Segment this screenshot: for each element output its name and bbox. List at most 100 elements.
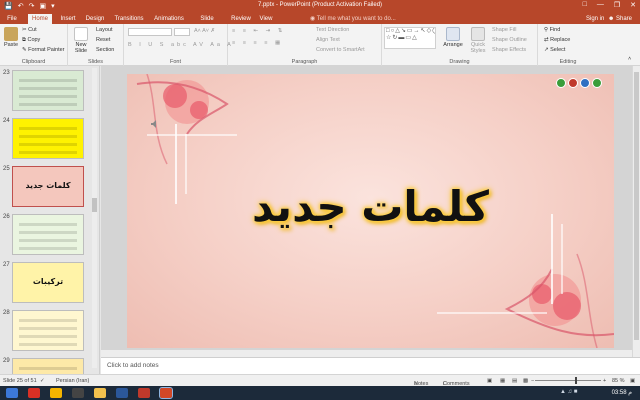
slide-horizontal-scrollbar[interactable]	[101, 350, 632, 357]
font-size-controls[interactable]: A˄ A˅ ✗	[194, 28, 215, 34]
copy-button[interactable]: ⧉ Copy	[22, 37, 40, 44]
thumbnail-scroll-thumb[interactable]	[92, 198, 97, 212]
help-icon[interactable]	[580, 78, 590, 88]
normal-view-icon[interactable]: ▣	[487, 378, 492, 384]
slide-thumbnail[interactable]: كلمات جديد	[12, 166, 84, 207]
collapse-ribbon-icon[interactable]: ˄	[628, 56, 631, 62]
zoom-in-icon[interactable]: +	[603, 378, 606, 384]
window-title: 7.pptx - PowerPoint (Product Activation …	[257, 2, 383, 8]
share-icon: ☻	[608, 16, 615, 22]
align-buttons[interactable]: ≡ ≡ ≡ ≡ ▦	[232, 40, 283, 46]
slide-thumbnail[interactable]	[12, 214, 84, 255]
thumbnail-content-line	[19, 79, 77, 82]
tab-design[interactable]: Design	[84, 14, 106, 24]
tab-file[interactable]: File	[4, 14, 20, 24]
slide-thumbnail[interactable]: تركيبات	[12, 262, 84, 303]
font-name-box[interactable]	[128, 28, 172, 36]
back-arrow-icon[interactable]	[556, 78, 566, 88]
cmd-icon[interactable]	[72, 388, 84, 398]
forward-arrow-icon[interactable]	[592, 78, 602, 88]
quick-styles-icon	[471, 27, 485, 41]
minimize-icon[interactable]: —	[597, 1, 604, 9]
spellcheck-icon[interactable]: ✓	[40, 378, 45, 384]
thumbnail-content-line	[19, 327, 77, 330]
powerpoint-icon[interactable]	[159, 387, 173, 399]
notes-pane[interactable]: Click to add notes	[101, 357, 640, 374]
section-button[interactable]: Section	[96, 47, 114, 53]
slide-editing-area: كلمات جديد	[101, 66, 640, 357]
thumbnail-content-line	[19, 127, 77, 130]
slide-thumbnail[interactable]	[12, 118, 84, 159]
pdf-icon[interactable]	[28, 388, 40, 398]
font-style-buttons[interactable]: B I U S abc AV Aa A	[128, 42, 234, 48]
zoom-out-icon[interactable]: −	[531, 378, 534, 384]
paste-button[interactable]: Paste	[3, 27, 19, 48]
shape-effects-button[interactable]: Shape Effects	[492, 47, 526, 53]
current-slide[interactable]: كلمات جديد	[127, 74, 614, 348]
thumbnail-content-line	[19, 95, 77, 98]
zoom-level[interactable]: 85 %	[612, 378, 625, 384]
arrange-icon	[446, 27, 460, 41]
cut-button[interactable]: ✂ Cut	[22, 27, 37, 33]
tab-view[interactable]: View	[258, 14, 274, 24]
sign-in-link[interactable]: Sign in	[586, 14, 604, 24]
select-button[interactable]: ↗ Select	[544, 47, 565, 53]
drawing-group: □○△↘▭→↖◇◯▯≃{}☆↻▬▭△ Arrange Quick Styles …	[382, 24, 538, 66]
shapes-gallery[interactable]: □○△↘▭→↖◇◯▯≃{}☆↻▬▭△	[384, 27, 436, 49]
tab-insert[interactable]: Insert	[58, 14, 78, 24]
restore-icon[interactable]: ❐	[614, 1, 620, 9]
slideshow-view-icon[interactable]: ▩	[523, 378, 528, 384]
start-icon[interactable]	[6, 388, 18, 398]
fit-to-window-icon[interactable]: ▣	[630, 378, 635, 384]
reset-button[interactable]: Reset	[96, 37, 110, 43]
align-text-button[interactable]: Align Text	[316, 37, 340, 43]
thumbnail-content-line	[19, 319, 77, 322]
slide-thumbnail[interactable]	[12, 358, 84, 374]
chrome-icon[interactable]	[50, 388, 62, 398]
smartart-button[interactable]: Convert to SmartArt	[316, 47, 365, 53]
taskbar-clock[interactable]: 03:58 م	[612, 389, 632, 396]
thumbnail-scrollbar[interactable]	[92, 68, 97, 368]
tab-animations[interactable]: Animations	[153, 14, 185, 24]
slide-thumbnail[interactable]	[12, 70, 84, 111]
thumbnail-content-line	[19, 103, 77, 106]
find-button[interactable]: ⚲ Find	[544, 27, 560, 33]
zoom-slider[interactable]	[535, 377, 601, 384]
new-slide-button[interactable]: New Slide	[71, 27, 91, 54]
slide-vertical-scrollbar[interactable]	[632, 66, 640, 357]
speaker-icon[interactable]	[151, 120, 159, 128]
close-icon[interactable]: ✕	[630, 1, 636, 9]
tab-transitions[interactable]: Transitions	[113, 14, 145, 24]
list-buttons[interactable]: ≡ ≡ ⇤ ⇥ ⇅	[232, 28, 285, 34]
shape-outline-button[interactable]: Shape Outline	[492, 37, 527, 43]
tab-slide-show[interactable]: Slide Show	[192, 14, 222, 32]
thumbnail-caption: كلمات جديد	[25, 181, 71, 190]
language-indicator[interactable]: Persian (Iran)	[56, 378, 89, 384]
slide-sorter-icon[interactable]: ▦	[500, 378, 505, 384]
slide-scroll-thumb[interactable]	[634, 72, 639, 340]
format-painter-button[interactable]: ✎ Format Painter	[22, 47, 65, 53]
word-icon[interactable]	[116, 388, 128, 398]
pdf2-icon[interactable]	[138, 388, 150, 398]
tell-me-search[interactable]: ◉ Tell me what you want to do...	[310, 14, 396, 24]
shape-fill-button[interactable]: Shape Fill	[492, 27, 516, 33]
slide-title[interactable]: كلمات جديد	[127, 182, 614, 231]
zoom-slider-thumb[interactable]	[574, 377, 577, 384]
text-direction-button[interactable]: Text Direction	[316, 27, 349, 33]
slide-thumbnail[interactable]	[12, 310, 84, 351]
home-icon[interactable]	[568, 78, 578, 88]
arrange-button[interactable]: Arrange	[442, 27, 464, 48]
replace-button[interactable]: ⇄ Replace	[544, 37, 570, 43]
font-size-box[interactable]	[174, 28, 190, 36]
reading-view-icon[interactable]: ▤	[512, 378, 517, 384]
thumbnail-content-line	[19, 87, 77, 90]
share-button[interactable]: ☻ Share	[608, 14, 632, 24]
quick-styles-button[interactable]: Quick Styles	[466, 27, 490, 54]
system-tray[interactable]: ▲ ♫ ■	[560, 389, 577, 395]
tab-home[interactable]: Home	[28, 14, 52, 24]
explorer-icon[interactable]	[94, 388, 106, 398]
tab-review[interactable]: Review	[230, 14, 252, 24]
layout-button[interactable]: Layout	[96, 27, 113, 33]
thumbnail-content-line	[19, 335, 77, 338]
ribbon-display-icon[interactable]: □	[583, 1, 587, 9]
